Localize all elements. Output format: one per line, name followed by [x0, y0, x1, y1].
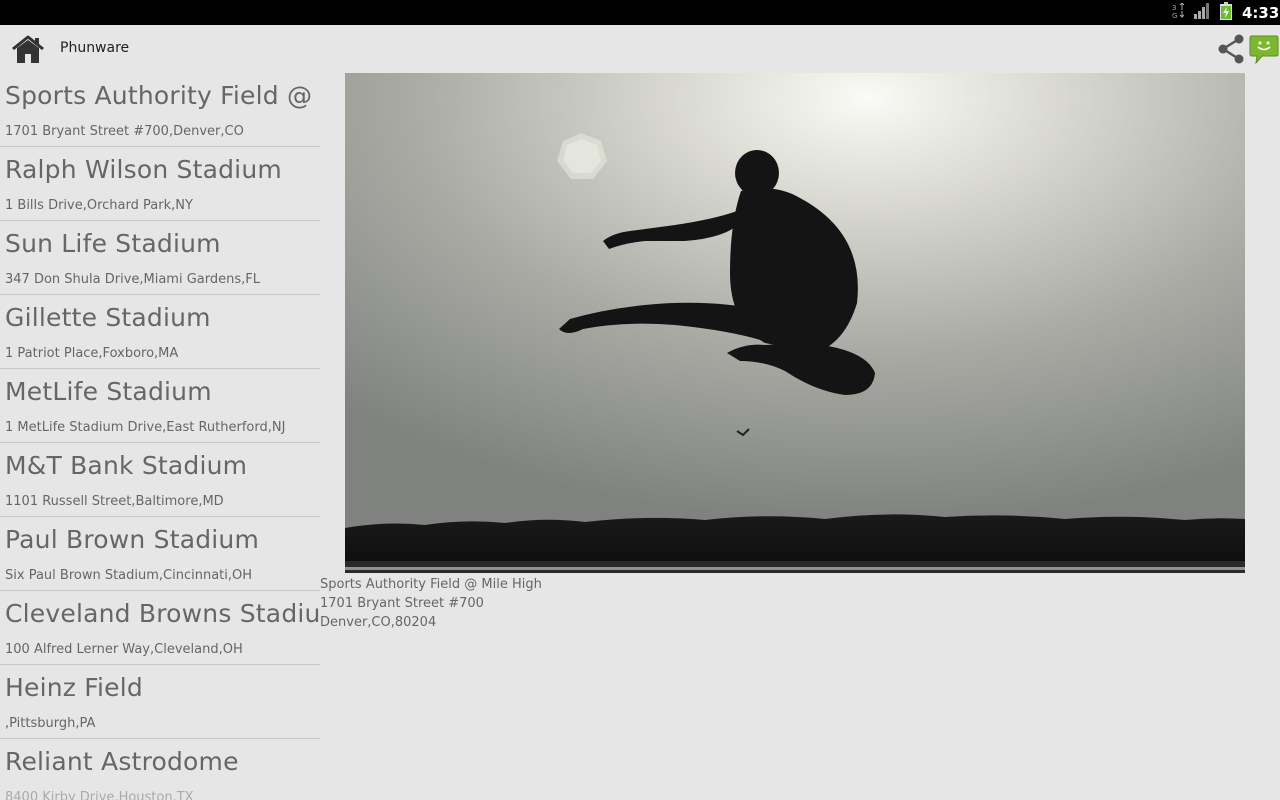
share-icon[interactable] — [1215, 33, 1247, 65]
venue-address: Six Paul Brown Stadium,Cincinnati,OH — [5, 568, 253, 583]
venue-name: Cleveland Browns Stadium — [5, 599, 320, 628]
signal-icon — [1194, 2, 1210, 23]
venue-address: 1101 Russell Street,Baltimore,MD — [5, 494, 224, 509]
venue-photo — [345, 73, 1245, 573]
venue-name: Ralph Wilson Stadium — [5, 155, 282, 184]
list-item[interactable]: Gillette Stadium 1 Patriot Place,Foxboro… — [0, 295, 320, 369]
venue-name: Reliant Astrodome — [5, 747, 239, 776]
venue-address: 347 Don Shula Drive,Miami Gardens,FL — [5, 272, 260, 287]
venue-name: Gillette Stadium — [5, 303, 211, 332]
detail-street: 1701 Bryant Street #700 — [320, 596, 484, 611]
list-item[interactable]: Heinz Field ,Pittsburgh,PA — [0, 665, 320, 739]
list-item[interactable]: Ralph Wilson Stadium 1 Bills Drive,Orcha… — [0, 147, 320, 221]
venue-detail: Sports Authority Field @ Mile High 1701 … — [320, 575, 542, 632]
chat-icon[interactable] — [1248, 35, 1280, 65]
venue-name: Sun Life Stadium — [5, 229, 221, 258]
venue-address: 8400 Kirby Drive,Houston,TX — [5, 790, 194, 800]
venue-name: MetLife Stadium — [5, 377, 212, 406]
network-3g-icon: 3 G — [1172, 1, 1185, 23]
venue-name: M&T Bank Stadium — [5, 451, 248, 480]
venue-address: 1 MetLife Stadium Drive,East Rutherford,… — [5, 420, 286, 435]
action-bar: Phunware — [0, 25, 1280, 73]
svg-text:3: 3 — [1172, 4, 1176, 12]
venue-address: 100 Alfred Lerner Way,Cleveland,OH — [5, 642, 243, 657]
venue-address: 1 Patriot Place,Foxboro,MA — [5, 346, 179, 361]
list-item[interactable]: Paul Brown Stadium Six Paul Brown Stadiu… — [0, 517, 320, 591]
venue-name: Heinz Field — [5, 673, 143, 702]
venue-address: ,Pittsburgh,PA — [5, 716, 96, 731]
venue-address: 1701 Bryant Street #700,Denver,CO — [5, 124, 244, 139]
list-item[interactable]: Reliant Astrodome 8400 Kirby Drive,Houst… — [0, 739, 320, 800]
detail-city-line: Denver,CO,80204 — [320, 615, 437, 630]
venue-list[interactable]: Sports Authority Field @ ... 1701 Bryant… — [0, 73, 320, 800]
svg-text:G: G — [1172, 12, 1177, 19]
list-item[interactable]: Cleveland Browns Stadium 100 Alfred Lern… — [0, 591, 320, 665]
status-clock: 4:33 — [1242, 3, 1280, 22]
list-item[interactable]: Sports Authority Field @ ... 1701 Bryant… — [0, 73, 320, 147]
battery-icon — [1220, 1, 1232, 24]
venue-address: 1 Bills Drive,Orchard Park,NY — [5, 198, 193, 213]
list-item[interactable]: M&T Bank Stadium 1101 Russell Street,Bal… — [0, 443, 320, 517]
home-icon[interactable] — [11, 35, 45, 65]
status-bar: 3 G 4:33 — [0, 0, 1280, 25]
detail-venue-name: Sports Authority Field @ Mile High — [320, 577, 542, 592]
app-title: Phunware — [60, 40, 130, 56]
venue-name: Paul Brown Stadium — [5, 525, 260, 554]
list-item[interactable]: MetLife Stadium 1 MetLife Stadium Drive,… — [0, 369, 320, 443]
list-item[interactable]: Sun Life Stadium 347 Don Shula Drive,Mia… — [0, 221, 320, 295]
venue-name: Sports Authority Field @ ... — [5, 81, 320, 110]
